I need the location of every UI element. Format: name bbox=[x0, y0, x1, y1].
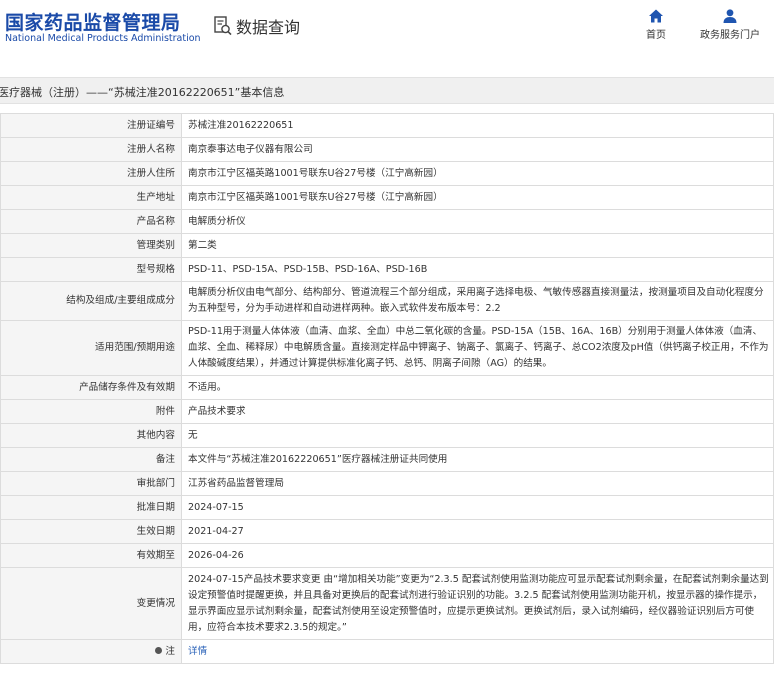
table-row: 生产地址 南京市江宁区福英路1001号联东U谷27号楼（江宁高新园） bbox=[0, 185, 774, 210]
row-value: 江苏省药品监督管理局 bbox=[181, 471, 774, 496]
row-value: 产品技术要求 bbox=[181, 399, 774, 424]
row-label: 注册证编号 bbox=[0, 113, 182, 138]
details-link[interactable]: 详情 bbox=[188, 646, 207, 657]
row-label: 备注 bbox=[0, 447, 182, 472]
row-value: 2026-04-26 bbox=[181, 543, 774, 568]
row-label: 审批部门 bbox=[0, 471, 182, 496]
row-label: 注 bbox=[0, 639, 182, 664]
row-value: 南京泰事达电子仪器有限公司 bbox=[181, 137, 774, 162]
row-value: 本文件与“苏械注准20162220651”医疗器械注册证共同使用 bbox=[181, 447, 774, 472]
site-logo-title[interactable]: 国家药品监督管理局 bbox=[5, 8, 181, 35]
pin-icon bbox=[155, 646, 163, 654]
nav-home[interactable]: 首页 bbox=[646, 8, 666, 41]
row-label: 批准日期 bbox=[0, 495, 182, 520]
row-value: 电解质分析仪由电气部分、结构部分、管道流程三个部分组成，采用离子选择电极、气敏传… bbox=[181, 281, 774, 321]
breadcrumb-title: 医疗器械（注册）——“苏械注准20162220651”基本信息 bbox=[0, 86, 285, 99]
table-row: 产品储存条件及有效期 不适用。 bbox=[0, 375, 774, 400]
row-label: 产品储存条件及有效期 bbox=[0, 375, 182, 400]
home-icon bbox=[649, 9, 663, 23]
row-value: 2021-04-27 bbox=[181, 519, 774, 544]
registration-detail-table: 注册证编号 苏械注准20162220651 注册人名称 南京泰事达电子仪器有限公司 … bbox=[0, 113, 774, 664]
row-label: 产品名称 bbox=[0, 209, 182, 234]
table-row: 产品名称 电解质分析仪 bbox=[0, 209, 774, 234]
table-row: 其他内容无 bbox=[0, 423, 774, 448]
row-value: 第二类 bbox=[181, 233, 774, 258]
row-value: 无 bbox=[181, 423, 774, 448]
row-label: 注册人名称 bbox=[0, 137, 182, 162]
row-value: PSD-11用于测量人体体液（血清、血浆、全血）中总二氧化碳的含量。PSD-15… bbox=[181, 320, 774, 376]
table-row: 批准日期 2024-07-15 bbox=[0, 495, 774, 520]
row-label: 附件 bbox=[0, 399, 182, 424]
table-row: 注册人住所 南京市江宁区福英路1001号联东U谷27号楼（江宁高新园） bbox=[0, 161, 774, 186]
row-label: 变更情况 bbox=[0, 567, 182, 640]
row-value: PSD-11、PSD-15A、PSD-15B、PSD-16A、PSD-16B bbox=[181, 257, 774, 282]
row-value: 不适用。 bbox=[181, 375, 774, 400]
user-icon bbox=[723, 9, 737, 23]
row-value: 2024-07-15 bbox=[181, 495, 774, 520]
table-row: 注 详情 bbox=[0, 639, 774, 664]
nav-home-label: 首页 bbox=[646, 30, 666, 41]
row-label: 型号规格 bbox=[0, 257, 182, 282]
nav-government-portal[interactable]: 政务服务门户 bbox=[700, 8, 760, 41]
table-row: 管理类别 第二类 bbox=[0, 233, 774, 258]
site-logo-subtitle: National Medical Products Administration bbox=[5, 33, 201, 44]
row-label: 结构及组成/主要组成成分 bbox=[0, 281, 182, 321]
data-query-label: 数据查询 bbox=[236, 18, 301, 37]
note-label: 注 bbox=[165, 645, 175, 657]
table-row: 审批部门 江苏省药品监督管理局 bbox=[0, 471, 774, 496]
row-label: 适用范围/预期用途 bbox=[0, 320, 182, 376]
row-label: 管理类别 bbox=[0, 233, 182, 258]
row-value: 南京市江宁区福英路1001号联东U谷27号楼（江宁高新园） bbox=[181, 161, 774, 186]
data-query-link[interactable]: 数据查询 bbox=[213, 13, 300, 39]
table-row: 适用范围/预期用途 PSD-11用于测量人体体液（血清、血浆、全血）中总二氧化碳的… bbox=[0, 320, 774, 376]
row-value: 苏械注准20162220651 bbox=[181, 113, 774, 138]
row-label: 其他内容 bbox=[0, 423, 182, 448]
table-row: 结构及组成/主要组成成分 电解质分析仪由电气部分、结构部分、管道流程三个部分组成，… bbox=[0, 281, 774, 321]
row-value: 详情 bbox=[181, 639, 774, 664]
table-row: 附件 产品技术要求 bbox=[0, 399, 774, 424]
nav-government-portal-label: 政务服务门户 bbox=[700, 30, 760, 41]
table-row: 型号规格 PSD-11、PSD-15A、PSD-15B、PSD-16A、PSD-1… bbox=[0, 257, 774, 282]
row-label: 有效期至 bbox=[0, 543, 182, 568]
data-search-icon bbox=[213, 15, 233, 37]
row-label: 生产地址 bbox=[0, 185, 182, 210]
table-row: 注册证编号 苏械注准20162220651 bbox=[0, 113, 774, 138]
table-row: 备注 本文件与“苏械注准20162220651”医疗器械注册证共同使用 bbox=[0, 447, 774, 472]
table-row: 有效期至 2026-04-26 bbox=[0, 543, 774, 568]
breadcrumb: 医疗器械（注册）——“苏械注准20162220651”基本信息 bbox=[0, 77, 774, 104]
table-row: 注册人名称 南京泰事达电子仪器有限公司 bbox=[0, 137, 774, 162]
site-header: 国家药品监督管理局 National Medical Products Admi… bbox=[0, 0, 774, 62]
row-value: 2024-07-15产品技术要求变更 由“增加相关功能”变更为“2.3.5 配套… bbox=[181, 567, 774, 640]
row-value: 电解质分析仪 bbox=[181, 209, 774, 234]
table-row: 生效日期 2021-04-27 bbox=[0, 519, 774, 544]
row-label: 生效日期 bbox=[0, 519, 182, 544]
table-row: 变更情况 2024-07-15产品技术要求变更 由“增加相关功能”变更为“2.3.… bbox=[0, 567, 774, 640]
row-label: 注册人住所 bbox=[0, 161, 182, 186]
row-value: 南京市江宁区福英路1001号联东U谷27号楼（江宁高新园） bbox=[181, 185, 774, 210]
